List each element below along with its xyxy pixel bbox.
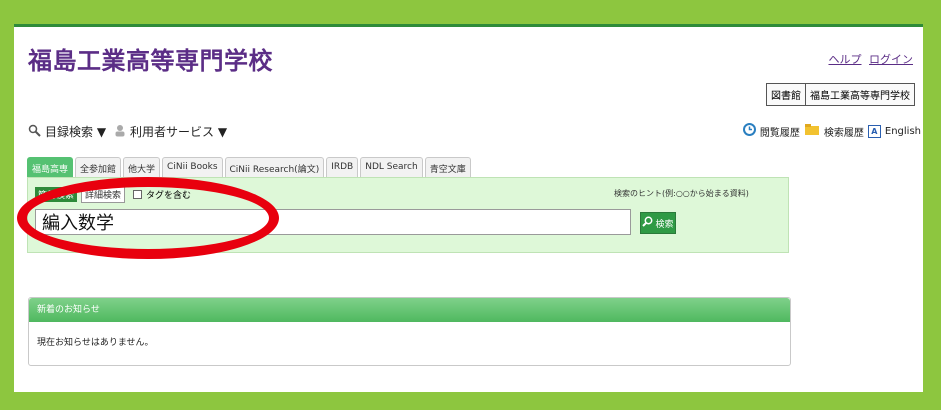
search-target-tabs: 福島高専 全参加館 他大学 CiNii Books CiNii Research… (27, 157, 471, 179)
english-link[interactable]: English (885, 126, 921, 137)
search-button[interactable]: 検索 (640, 212, 676, 234)
news-body: 現在お知らせはありません。 (37, 338, 154, 348)
search-panel: 簡易検索 詳細検索 タグを含む 検索のヒント(例:○○から始まる資料) 検索 (27, 177, 789, 253)
page-frame: 福島工業高等専門学校 ヘルプ ログイン 図書館 福島工業高等専門学校 目録検索 … (14, 24, 923, 392)
tab-all-libraries[interactable]: 全参加館 (75, 157, 122, 179)
advanced-search-mode[interactable]: 詳細検索 (81, 186, 126, 203)
user-icon (114, 124, 126, 140)
login-link[interactable]: ログイン (869, 53, 913, 66)
tab-aozora-bunko[interactable]: 青空文庫 (424, 157, 471, 179)
magnifier-icon (642, 216, 653, 230)
include-tags-checkbox[interactable] (133, 190, 143, 199)
search-button-label: 検索 (655, 219, 674, 230)
search-history-link[interactable]: 検索履歴 (824, 124, 864, 139)
search-icon (28, 124, 41, 140)
site-title[interactable]: 福島工業高等専門学校 (28, 41, 273, 76)
search-input[interactable] (35, 209, 631, 235)
tab-ndl-search[interactable]: NDL Search (360, 157, 423, 179)
library-label[interactable]: 図書館 (767, 84, 805, 105)
user-services-menu[interactable]: 利用者サービス ▼ (130, 123, 227, 140)
search-hint-link[interactable]: 検索のヒント(例:○○から始まる資料) (614, 188, 749, 199)
history-icon (742, 123, 756, 139)
folder-icon (804, 123, 820, 139)
news-header: 新着のお知らせ (29, 298, 790, 322)
news-panel: 新着のお知らせ 現在お知らせはありません。 (28, 297, 791, 366)
top-links: ヘルプ ログイン (825, 51, 914, 67)
language-icon: A (867, 124, 881, 138)
school-label[interactable]: 福島工業高等専門学校 (805, 84, 914, 105)
library-selector: 図書館 福島工業高等専門学校 (766, 83, 915, 106)
main-menu: 目録検索 ▼ 利用者サービス ▼ (28, 123, 227, 140)
help-link[interactable]: ヘルプ (829, 53, 862, 66)
catalog-search-menu[interactable]: 目録検索 ▼ (45, 123, 106, 140)
browse-history-link[interactable]: 閲覧履歴 (760, 124, 800, 139)
tab-irdb[interactable]: IRDB (326, 157, 359, 179)
tab-cinii-research[interactable]: CiNii Research(論文) (224, 157, 325, 179)
search-mode: 簡易検索 詳細検索 タグを含む (35, 186, 191, 203)
simple-search-mode[interactable]: 簡易検索 (35, 187, 78, 202)
tab-other-universities[interactable]: 他大学 (123, 157, 161, 179)
tool-links: 閲覧履歴 検索履歴 A English (742, 123, 921, 139)
tab-cinii-books[interactable]: CiNii Books (162, 157, 223, 179)
include-tags-label: タグを含む (146, 191, 192, 201)
tab-fukushima-kosen[interactable]: 福島高専 (27, 157, 74, 179)
